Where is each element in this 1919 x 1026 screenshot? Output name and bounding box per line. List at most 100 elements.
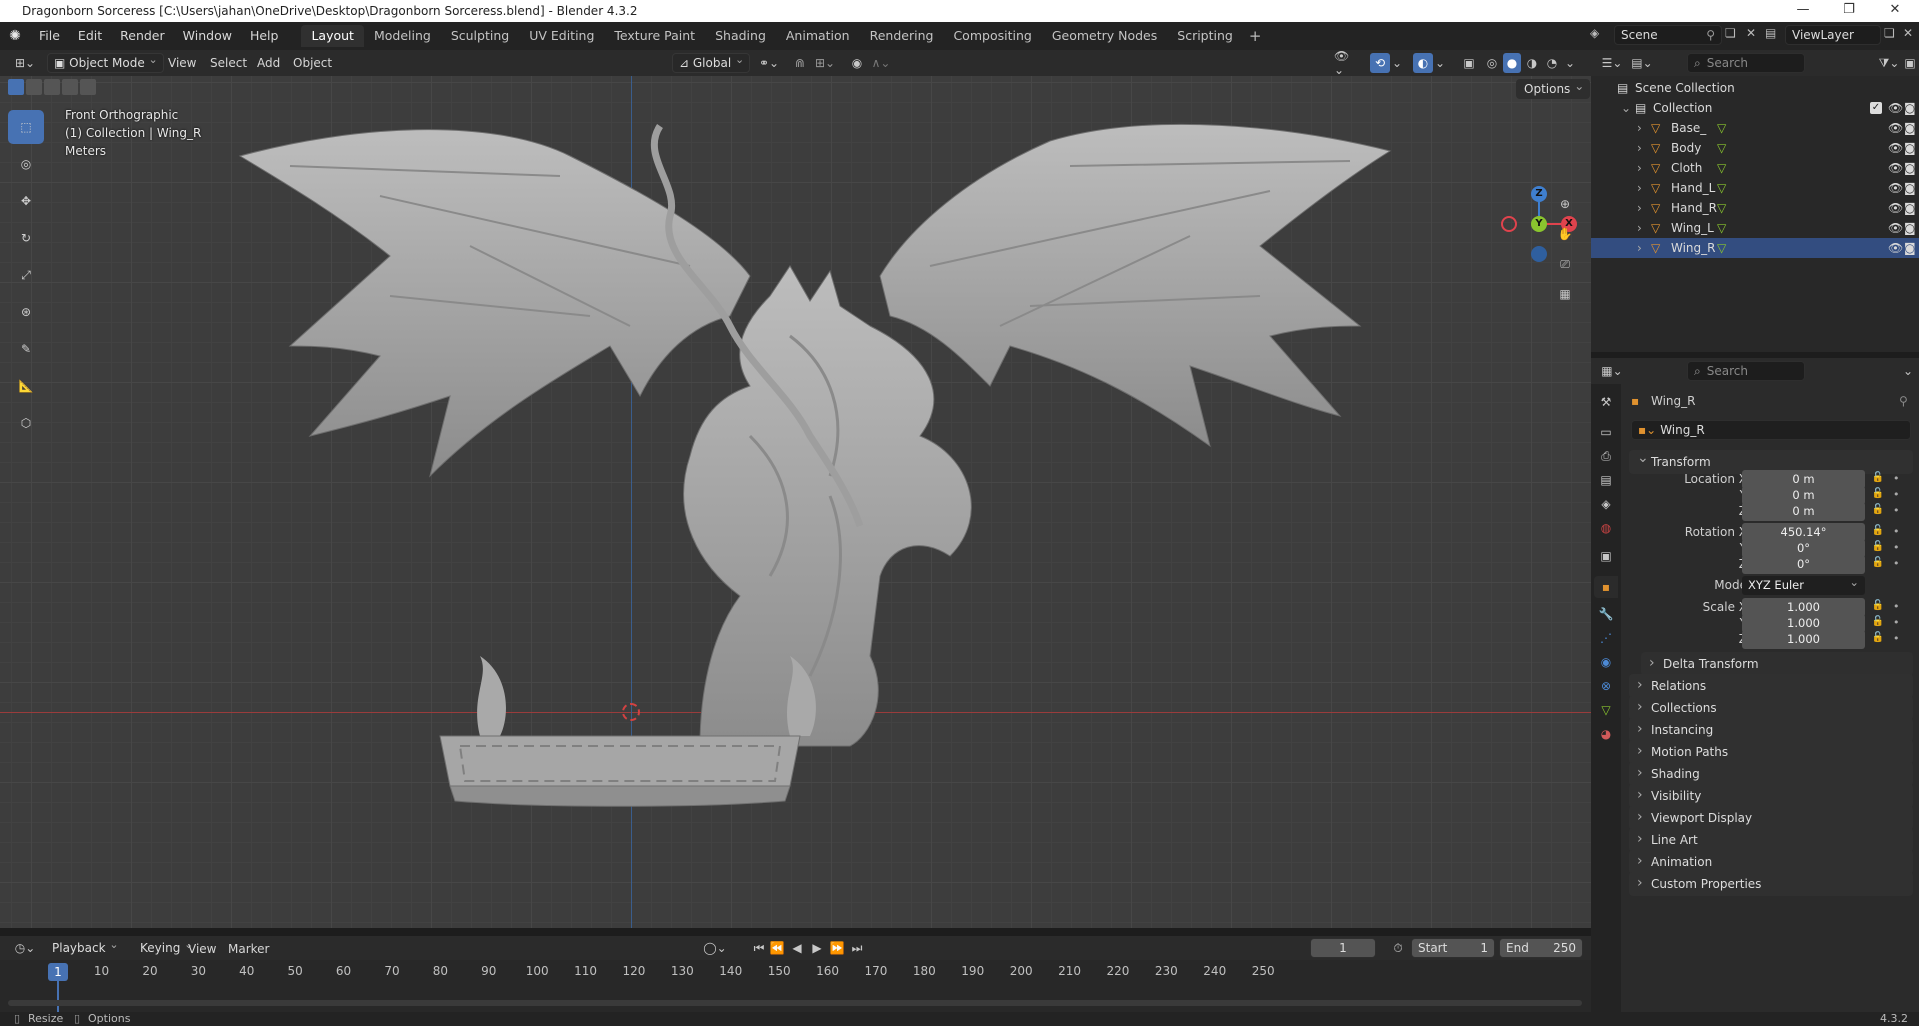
overlays-toggle-icon[interactable]: ◐ — [1413, 53, 1433, 73]
gizmo-dropdown-icon[interactable]: ⌄ — [1390, 53, 1404, 73]
filter-icon[interactable]: ⧩⌄ — [1876, 53, 1902, 73]
gizmo-y-handle[interactable]: Y — [1531, 216, 1547, 232]
expand-icon[interactable]: › — [1637, 138, 1642, 158]
panel-visibility[interactable]: Visibility — [1629, 783, 1913, 808]
outliner-object-row[interactable]: › ▽ Body ▽ 👁 ◙ — [1591, 138, 1919, 158]
timeline[interactable]: 1 10 20 30 40 50 60 70 80 90 100 110 120 130 140 150 16… — [0, 960, 1591, 1012]
outliner-object-row[interactable]: › ▽ Wing_R ▽ 👁 ◙ — [1591, 238, 1919, 258]
mesh-data-icon[interactable]: ▽ — [1717, 178, 1726, 198]
jump-start-icon[interactable]: ⏮ — [750, 938, 768, 958]
material-tab-icon[interactable]: ◕ — [1596, 724, 1616, 744]
outliner-object-row[interactable]: › ▽ Wing_L ▽ 👁 ◙ — [1591, 218, 1919, 238]
render-camera-icon[interactable]: ◙ — [1904, 178, 1916, 198]
panel-instancing[interactable]: Instancing — [1629, 717, 1913, 742]
auto-keying-icon[interactable]: ◯⌄ — [702, 938, 728, 958]
tab-modeling[interactable]: Modeling — [364, 25, 441, 47]
mesh-data-icon[interactable]: ▽ — [1717, 118, 1726, 138]
properties-editor-icon[interactable]: ▦⌄ — [1599, 361, 1625, 381]
keyframe-dot-icon[interactable]: • — [1893, 472, 1900, 485]
current-frame-field[interactable]: 1 — [1310, 938, 1376, 958]
lock-icon[interactable]: 🔓 — [1871, 616, 1885, 630]
keyframe-dot-icon[interactable]: • — [1893, 600, 1900, 613]
visibility-eye-icon[interactable]: 👁 — [1888, 158, 1903, 178]
delete-view-layer-icon[interactable]: ✕ — [1903, 26, 1913, 40]
xray-toggle-icon[interactable]: ▣ — [1459, 53, 1479, 73]
render-camera-icon[interactable]: ◙ — [1904, 118, 1916, 138]
render-camera-icon[interactable]: ◙ — [1904, 238, 1916, 258]
add-cube-tool-icon[interactable]: ⬡ — [8, 406, 44, 440]
expand-icon[interactable]: › — [1637, 238, 1642, 258]
tab-rendering[interactable]: Rendering — [860, 25, 944, 47]
delete-scene-icon[interactable]: ✕ — [1746, 26, 1756, 40]
visibility-eye-icon[interactable]: 👁 — [1888, 198, 1903, 218]
view-layer-tab-icon[interactable]: ▤ — [1596, 470, 1616, 490]
visibility-eye-icon[interactable]: 👁 — [1888, 138, 1903, 158]
lock-icon[interactable]: 🔓 — [1871, 541, 1885, 555]
visibility-eye-icon[interactable]: 👁 — [1888, 218, 1903, 238]
panel-animation[interactable]: Animation — [1629, 849, 1913, 874]
dragonborn-sorceress-model[interactable] — [230, 96, 1410, 876]
proportional-falloff-icon[interactable]: ∧⌄ — [868, 53, 894, 73]
jump-keyframe-forward-icon[interactable]: ⏩ — [828, 938, 846, 958]
render-camera-icon[interactable]: ◙ — [1904, 138, 1916, 158]
timeline-view-menu[interactable]: View — [184, 939, 220, 959]
panel-shading[interactable]: Shading — [1629, 761, 1913, 786]
panel-line-art[interactable]: Line Art — [1629, 827, 1913, 852]
constraints-tab-icon[interactable]: ⊗ — [1596, 676, 1616, 696]
measure-tool-icon[interactable]: 📐 — [8, 369, 44, 403]
location-z-field[interactable]: 0 m — [1742, 502, 1865, 521]
scene-collection-row[interactable]: ▤ Scene Collection — [1591, 78, 1919, 98]
select-intersect-icon[interactable] — [80, 79, 96, 95]
menu-object[interactable]: Object — [289, 53, 336, 73]
marker-menu[interactable]: Marker — [224, 939, 273, 959]
gizmo-neg-z-handle[interactable] — [1531, 246, 1547, 262]
end-frame-field[interactable]: End 250 — [1499, 938, 1583, 958]
toggle-ortho-icon[interactable]: ▦ — [1553, 282, 1577, 306]
new-scene-icon[interactable]: ❏ — [1725, 26, 1736, 40]
lock-icon[interactable]: 🔓 — [1871, 488, 1885, 502]
expand-icon[interactable]: › — [1637, 158, 1642, 178]
outliner-object-row[interactable]: › ▽ Cloth ▽ 👁 ◙ — [1591, 158, 1919, 178]
chevron-down-icon[interactable]: ⌄ — [1901, 361, 1915, 381]
visibility-eye-icon[interactable]: 👁 — [1888, 118, 1903, 138]
panel-collections[interactable]: Collections — [1629, 695, 1913, 720]
3d-viewport[interactable]: Front Orthographic (1) Collection | Wing… — [0, 76, 1591, 928]
scene-selector[interactable]: Scene ⚲ — [1614, 25, 1722, 45]
snap-target-icon[interactable]: ⊞⌄ — [812, 53, 838, 73]
cursor-tool-icon[interactable]: ◎ — [8, 147, 44, 181]
render-camera-icon[interactable]: ◙ — [1904, 218, 1916, 238]
new-collection-icon[interactable]: ▣ — [1903, 53, 1917, 73]
render-camera-icon[interactable]: ◙ — [1904, 158, 1916, 178]
menu-edit[interactable]: Edit — [69, 25, 111, 47]
keyframe-dot-icon[interactable]: • — [1893, 488, 1900, 501]
tab-animation[interactable]: Animation — [776, 25, 860, 47]
timeline-editor-icon[interactable]: ◷⌄ — [10, 938, 40, 958]
jump-keyframe-back-icon[interactable]: ⏪ — [768, 938, 786, 958]
pin-icon[interactable]: ⚲ — [1899, 394, 1908, 408]
properties-search-input[interactable]: ⌕ Search — [1687, 361, 1805, 381]
scale-z-field[interactable]: 1.000 — [1742, 630, 1865, 649]
close-icon[interactable]: ✕ — [1872, 0, 1918, 22]
outliner-editor-icon[interactable]: ☰⌄ — [1599, 53, 1625, 73]
delta-transform-subpanel[interactable]: Delta Transform — [1641, 651, 1913, 676]
render-tab-icon[interactable]: ▭ — [1596, 422, 1616, 442]
blender-logo-icon[interactable]: ✺ — [0, 28, 30, 44]
tab-geometry-nodes[interactable]: Geometry Nodes — [1042, 25, 1167, 47]
panel-viewport-display[interactable]: Viewport Display — [1629, 805, 1913, 830]
new-view-layer-icon[interactable]: ❏ — [1884, 26, 1895, 40]
tab-layout[interactable]: Layout — [301, 25, 364, 47]
playhead-marker[interactable]: 1 — [48, 963, 68, 981]
lock-icon[interactable]: 🔓 — [1871, 632, 1885, 646]
pin-icon[interactable]: ⚲ — [1706, 28, 1715, 42]
wireframe-shading-icon[interactable]: ◎ — [1483, 53, 1501, 73]
select-invert-icon[interactable] — [62, 79, 78, 95]
collection-tab-icon[interactable]: ▣ — [1596, 546, 1616, 566]
lock-icon[interactable]: 🔓 — [1871, 504, 1885, 518]
tab-uv-editing[interactable]: UV Editing — [519, 25, 604, 47]
gizmo-neg-x-handle[interactable] — [1501, 216, 1517, 232]
tab-scripting[interactable]: Scripting — [1167, 25, 1243, 47]
render-camera-icon[interactable]: ◙ — [1904, 198, 1916, 218]
panel-motion-paths[interactable]: Motion Paths — [1629, 739, 1913, 764]
start-frame-field[interactable]: Start 1 — [1411, 938, 1495, 958]
expand-icon[interactable]: › — [1637, 218, 1642, 238]
